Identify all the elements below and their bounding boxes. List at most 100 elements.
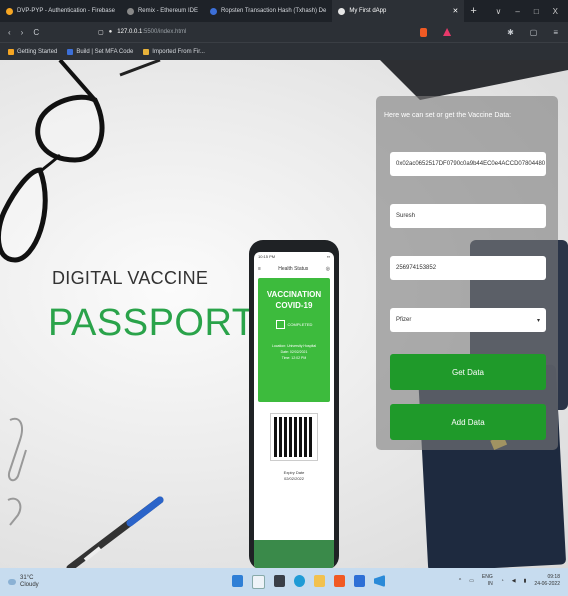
phone-header-title: Health Status bbox=[278, 266, 309, 272]
wallet-address-value: 0x02ac0652517DF0790c0a9b44EC0e4ACCD07804… bbox=[396, 161, 546, 167]
bookmark-build-mfa[interactable]: Build | Set MFA Code bbox=[67, 48, 133, 55]
add-data-button[interactable]: Add Data bbox=[390, 404, 546, 440]
search-icon[interactable] bbox=[252, 575, 265, 589]
weather-widget[interactable]: 31°C Cloudy bbox=[0, 575, 98, 589]
maximize-button[interactable]: □ bbox=[534, 7, 539, 16]
weather-temp: 31°C bbox=[20, 575, 34, 581]
phone-info-icon: ◎ bbox=[325, 266, 330, 272]
tab-search-icon[interactable]: ∨ bbox=[496, 7, 502, 16]
expiry-section: Expiry Date 02/02/2022 bbox=[254, 470, 334, 482]
back-icon[interactable]: ‹ bbox=[8, 28, 11, 37]
id-number-input[interactable]: 256974153852 bbox=[390, 256, 546, 280]
folder-icon bbox=[143, 48, 150, 55]
phone-header: ≡ Health Status ◎ bbox=[254, 262, 334, 276]
vscode-icon[interactable] bbox=[374, 575, 385, 587]
store-icon[interactable] bbox=[354, 575, 365, 587]
chevron-up-icon[interactable]: ^ bbox=[459, 578, 461, 584]
vaccine-data-form: Here we can set or get the Vaccine Data:… bbox=[376, 96, 558, 450]
url-host: 127.0.0.1 bbox=[117, 29, 143, 35]
tab-my-first-dapp[interactable]: My First dApp ✕ bbox=[332, 0, 465, 22]
vaccination-title: VACCINATION bbox=[266, 290, 322, 299]
language-indicator[interactable]: ENG IN bbox=[482, 574, 493, 588]
phone-screen: 10:15 PM ▪▪ ≡ Health Status ◎ VACCINATIO… bbox=[254, 252, 334, 568]
tab-etherscan[interactable]: Ropsten Transaction Hash (Txhash) De bbox=[204, 0, 332, 22]
clock-time: 09:18 bbox=[547, 574, 560, 580]
vaccination-details: Location: University Hospital Date: 02/0… bbox=[258, 343, 330, 361]
task-view-icon[interactable] bbox=[274, 575, 285, 587]
brave-rewards-icon[interactable] bbox=[443, 28, 452, 36]
tab-remix[interactable]: Remix - Ethereum IDE bbox=[121, 0, 204, 22]
bookmark-getting-started[interactable]: Getting Started bbox=[8, 48, 58, 55]
status-text: COMPLETED bbox=[287, 322, 313, 327]
signal-icon: ▪▪ bbox=[327, 254, 330, 259]
time-text: Time: 12:02 PM bbox=[281, 356, 307, 360]
completed-status: COMPLETED bbox=[258, 320, 330, 329]
taskbar: 31°C Cloudy ^ ▭ ENG IN ◔ ◀ ▮ 09:18 24-06… bbox=[0, 568, 568, 596]
lang-code: ENG bbox=[481, 574, 493, 580]
phone-status-bar: 10:15 PM ▪▪ bbox=[254, 252, 334, 262]
battery-icon[interactable]: ▮ bbox=[524, 578, 527, 584]
display-icon[interactable]: ▭ bbox=[469, 578, 474, 584]
bookmark-imported-folder[interactable]: Imported From Fir... bbox=[143, 48, 205, 55]
weather-condition: Cloudy bbox=[20, 582, 39, 588]
brave-shields-icon[interactable] bbox=[420, 27, 428, 37]
firebase-icon bbox=[6, 7, 13, 15]
site-info-icon[interactable]: ● bbox=[109, 29, 113, 35]
wifi-icon[interactable]: ◔ bbox=[501, 578, 504, 584]
url-field[interactable]: ▢ ● 127.0.0.1:5500/index.html bbox=[98, 29, 186, 36]
close-tab-icon[interactable]: ✕ bbox=[452, 7, 458, 15]
form-title: Here we can set or get the Vaccine Data: bbox=[384, 112, 512, 119]
qr-code-icon bbox=[270, 413, 318, 461]
vaccination-subtitle: COVID-19 bbox=[275, 301, 313, 310]
remix-icon bbox=[126, 7, 134, 15]
phone-bottom-nav bbox=[254, 540, 334, 568]
start-icon[interactable] bbox=[232, 575, 243, 587]
clock[interactable]: 09:18 24-06-2022 bbox=[534, 574, 560, 588]
forward-icon[interactable]: › bbox=[21, 28, 24, 37]
wallet-address-input[interactable]: 0x02ac0652517DF0790c0a9b44EC0e4ACCD07804… bbox=[390, 152, 546, 176]
sidebar-icon[interactable]: ▢ bbox=[530, 28, 538, 37]
reload-icon[interactable]: C bbox=[33, 28, 39, 37]
region-code: IN bbox=[487, 581, 493, 587]
tab-label: My First dApp bbox=[349, 8, 387, 14]
vaccine-select[interactable]: Pfizer ▾ bbox=[390, 308, 546, 332]
expiry-value: 02/02/2022 bbox=[283, 476, 305, 481]
chevron-down-icon: ▾ bbox=[536, 317, 540, 324]
etherscan-icon bbox=[209, 7, 217, 15]
hero-title-line2: PASSPORT bbox=[48, 302, 256, 344]
phone-mockup: 10:15 PM ▪▪ ≡ Health Status ◎ VACCINATIO… bbox=[249, 240, 339, 568]
clock-date: 24-06-2022 bbox=[534, 581, 560, 587]
menu-icon[interactable]: ≡ bbox=[553, 28, 558, 37]
phone-time: 10:15 PM bbox=[258, 254, 276, 259]
bookmark-label: Imported From Fir... bbox=[152, 48, 205, 55]
tab-firebase[interactable]: DVP-PYP - Authentication - Firebase bbox=[0, 0, 121, 22]
paperclip-icon bbox=[7, 417, 27, 526]
edge-icon[interactable] bbox=[294, 575, 305, 587]
close-window-button[interactable]: X bbox=[553, 7, 558, 16]
new-tab-button[interactable]: + bbox=[464, 5, 482, 17]
file-explorer-icon[interactable] bbox=[314, 575, 325, 587]
bookmark-icon[interactable]: ▢ bbox=[98, 29, 104, 36]
dapp-icon bbox=[338, 7, 346, 15]
bookmark-label: Getting Started bbox=[17, 48, 58, 55]
minimize-button[interactable]: – bbox=[515, 7, 519, 16]
page-content: DIGITAL VACCINE PASSPORT 10:15 PM ▪▪ ≡ H… bbox=[0, 60, 568, 568]
vaccine-select-value: Pfizer bbox=[396, 317, 412, 323]
id-number-value: 256974153852 bbox=[396, 265, 437, 271]
address-bar: ‹ › C ▢ ● 127.0.0.1:5500/index.html ✱ ▢ … bbox=[0, 22, 568, 42]
get-data-button[interactable]: Get Data bbox=[390, 354, 546, 390]
volume-icon[interactable]: ◀ bbox=[512, 578, 516, 584]
tab-label: Ropsten Transaction Hash (Txhash) De bbox=[220, 8, 327, 14]
tab-label: Remix - Ethereum IDE bbox=[137, 8, 198, 14]
system-tray: ^ ▭ ENG IN ◔ ◀ ▮ 09:18 24-06-2022 bbox=[459, 574, 560, 588]
tab-label: DVP-PYP - Authentication - Firebase bbox=[17, 8, 115, 14]
brave-browser-icon[interactable] bbox=[334, 575, 345, 587]
extensions-icon[interactable]: ✱ bbox=[507, 28, 514, 37]
getting-started-icon bbox=[8, 48, 14, 55]
taskbar-apps bbox=[232, 575, 385, 589]
vaccination-card: VACCINATION COVID-19 COMPLETED Location:… bbox=[258, 278, 330, 402]
url-path: :5500/index.html bbox=[142, 29, 187, 35]
name-input[interactable]: Suresh bbox=[390, 204, 546, 228]
check-icon bbox=[275, 320, 285, 329]
phone-menu-icon: ≡ bbox=[258, 266, 261, 272]
